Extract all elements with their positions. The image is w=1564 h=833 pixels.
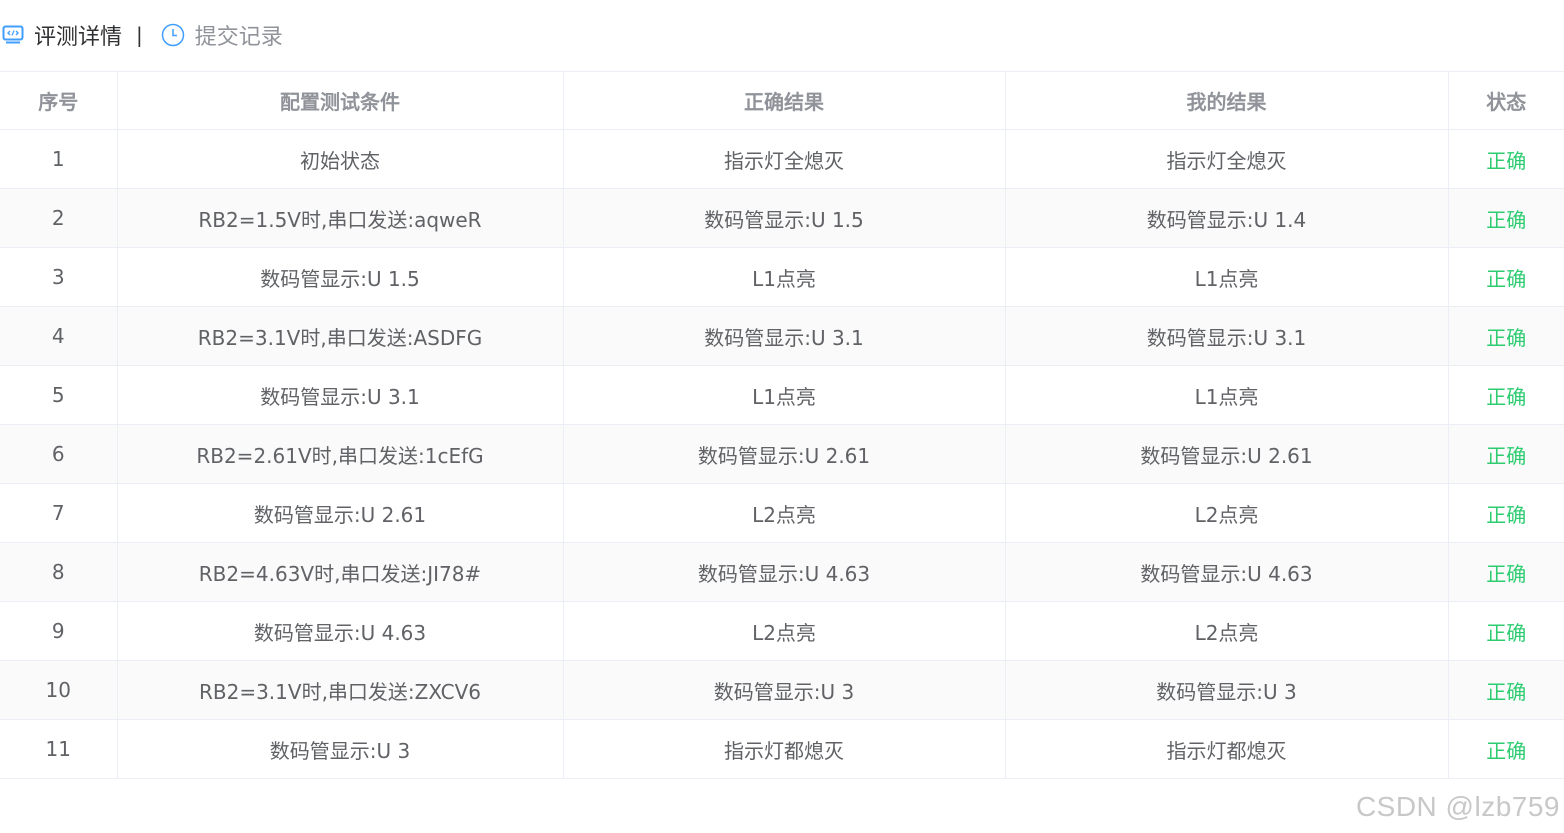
results-table-container: 序号 配置测试条件 正确结果 我的结果 状态 1 初始状态 指示灯全熄灭 指示灯…: [0, 71, 1564, 779]
cell-condition: RB2=1.5V时,串口发送:aqweR: [117, 188, 564, 248]
cell-expected: 数码管显示:U 2.61: [563, 424, 1006, 484]
cell-status: 正确: [1486, 738, 1527, 763]
cell-expected: L1点亮: [563, 247, 1006, 307]
cell-index: 8: [0, 542, 118, 602]
cell-index: 4: [0, 306, 118, 366]
cell-mine: 数码管显示:U 3.1: [1005, 306, 1449, 366]
table-row: 8 RB2=4.63V时,串口发送:JI78# 数码管显示:U 4.63 数码管…: [0, 542, 1564, 602]
cell-expected: 数码管显示:U 4.63: [563, 542, 1006, 602]
header-expected: 正确结果: [563, 72, 1006, 130]
header-status: 状态: [1448, 72, 1564, 130]
cell-mine: 数码管显示:U 1.4: [1005, 188, 1449, 248]
cell-status: 正确: [1448, 129, 1564, 189]
cell-mine: L1点亮: [1005, 365, 1449, 425]
tab-evaluation-details-label: 评测详情: [34, 25, 123, 50]
tab-separator: |: [136, 23, 143, 47]
header-index: 序号: [0, 72, 118, 130]
table-row: 6 RB2=2.61V时,串口发送:1cEfG 数码管显示:U 2.61 数码管…: [0, 424, 1564, 484]
cell-index: 10: [0, 660, 118, 720]
cell-expected: 指示灯全熄灭: [563, 129, 1006, 189]
cell-index: 9: [0, 601, 118, 661]
cell-condition: RB2=2.61V时,串口发送:1cEfG: [117, 424, 564, 484]
table-row: 7 数码管显示:U 2.61 L2点亮 L2点亮 正确: [0, 483, 1564, 543]
cell-expected: 数码管显示:U 3: [563, 660, 1006, 720]
cell-condition: 数码管显示:U 3.1: [117, 365, 564, 425]
cell-mine: 数码管显示:U 3: [1005, 660, 1449, 720]
cell-index: 3: [0, 247, 118, 307]
tab-submission-records-label: 提交记录: [194, 25, 283, 50]
cell-status: 正确: [1448, 188, 1564, 248]
cell-index: 7: [0, 483, 118, 543]
csdn-watermark: CSDN @lzb759: [1355, 791, 1560, 822]
table-row: 2 RB2=1.5V时,串口发送:aqweR 数码管显示:U 1.5 数码管显示…: [0, 188, 1564, 248]
cell-mine: L2点亮: [1005, 483, 1449, 543]
evaluation-page: 评测详情 | 提交记录 序号 配置测试条件 正确结果 我的结果 状态 1 初始状…: [0, 0, 1564, 833]
cell-condition: 数码管显示:U 3: [117, 719, 564, 778]
table-row: 11 数码管显示:U 3 指示灯都熄灭 指示灯都熄灭 正确: [0, 719, 1564, 778]
cell-expected: L1点亮: [563, 365, 1006, 425]
cell-status: 正确: [1448, 542, 1564, 602]
cell-expected: L2点亮: [563, 601, 1006, 661]
cell-mine: 指示灯都熄灭: [1005, 719, 1449, 778]
code-monitor-icon: [2, 24, 24, 46]
cell-index: 6: [0, 424, 118, 484]
clock-icon: [161, 23, 185, 47]
cell-index: 11: [0, 719, 118, 778]
cell-mine: L2点亮: [1005, 601, 1449, 661]
cell-index: 1: [0, 129, 118, 189]
header-condition: 配置测试条件: [117, 72, 564, 130]
tab-bar: 评测详情 | 提交记录: [0, 0, 1564, 70]
cell-status: 正确: [1448, 247, 1564, 307]
cell-mine: 数码管显示:U 4.63: [1005, 542, 1449, 602]
cell-condition: 数码管显示:U 4.63: [117, 601, 564, 661]
table-row: 9 数码管显示:U 4.63 L2点亮 L2点亮 正确: [0, 601, 1564, 661]
cell-status: 正确: [1448, 660, 1564, 720]
tab-evaluation-details[interactable]: 评测详情: [2, 19, 122, 51]
cell-condition: RB2=3.1V时,串口发送:ASDFG: [117, 306, 564, 366]
cell-index: 5: [0, 365, 118, 425]
cell-mine: L1点亮: [1005, 247, 1449, 307]
cell-condition: 初始状态: [117, 129, 564, 189]
cell-status: 正确: [1448, 424, 1564, 484]
table-row: 3 数码管显示:U 1.5 L1点亮 L1点亮 正确: [0, 247, 1564, 307]
tab-submission-records[interactable]: 提交记录: [161, 19, 283, 51]
cell-condition: 数码管显示:U 2.61: [117, 483, 564, 543]
cell-expected: L2点亮: [563, 483, 1006, 543]
cell-index: 2: [0, 188, 118, 248]
cell-condition: 数码管显示:U 1.5: [117, 247, 564, 307]
table-row: 5 数码管显示:U 3.1 L1点亮 L1点亮 正确: [0, 365, 1564, 425]
cell-status: 正确: [1448, 365, 1564, 425]
cell-status: 正确: [1448, 483, 1564, 543]
cell-condition: RB2=3.1V时,串口发送:ZXCV6: [117, 660, 564, 720]
cell-expected: 指示灯都熄灭: [563, 719, 1006, 778]
cell-status: 正确: [1448, 306, 1564, 366]
table-header-row: 序号 配置测试条件 正确结果 我的结果 状态: [0, 72, 1564, 130]
table-row: 4 RB2=3.1V时,串口发送:ASDFG 数码管显示:U 3.1 数码管显示…: [0, 306, 1564, 366]
cell-condition: RB2=4.63V时,串口发送:JI78#: [117, 542, 564, 602]
cell-expected: 数码管显示:U 1.5: [563, 188, 1006, 248]
cell-mine: 指示灯全熄灭: [1005, 129, 1449, 189]
table-row: 10 RB2=3.1V时,串口发送:ZXCV6 数码管显示:U 3 数码管显示:…: [0, 660, 1564, 720]
cell-status: 正确: [1448, 601, 1564, 661]
cell-expected: 数码管显示:U 3.1: [563, 306, 1006, 366]
table-row: 1 初始状态 指示灯全熄灭 指示灯全熄灭 正确: [0, 129, 1564, 189]
results-table: 序号 配置测试条件 正确结果 我的结果 状态 1 初始状态 指示灯全熄灭 指示灯…: [0, 72, 1564, 778]
cell-mine: 数码管显示:U 2.61: [1005, 424, 1449, 484]
header-mine: 我的结果: [1005, 72, 1449, 130]
